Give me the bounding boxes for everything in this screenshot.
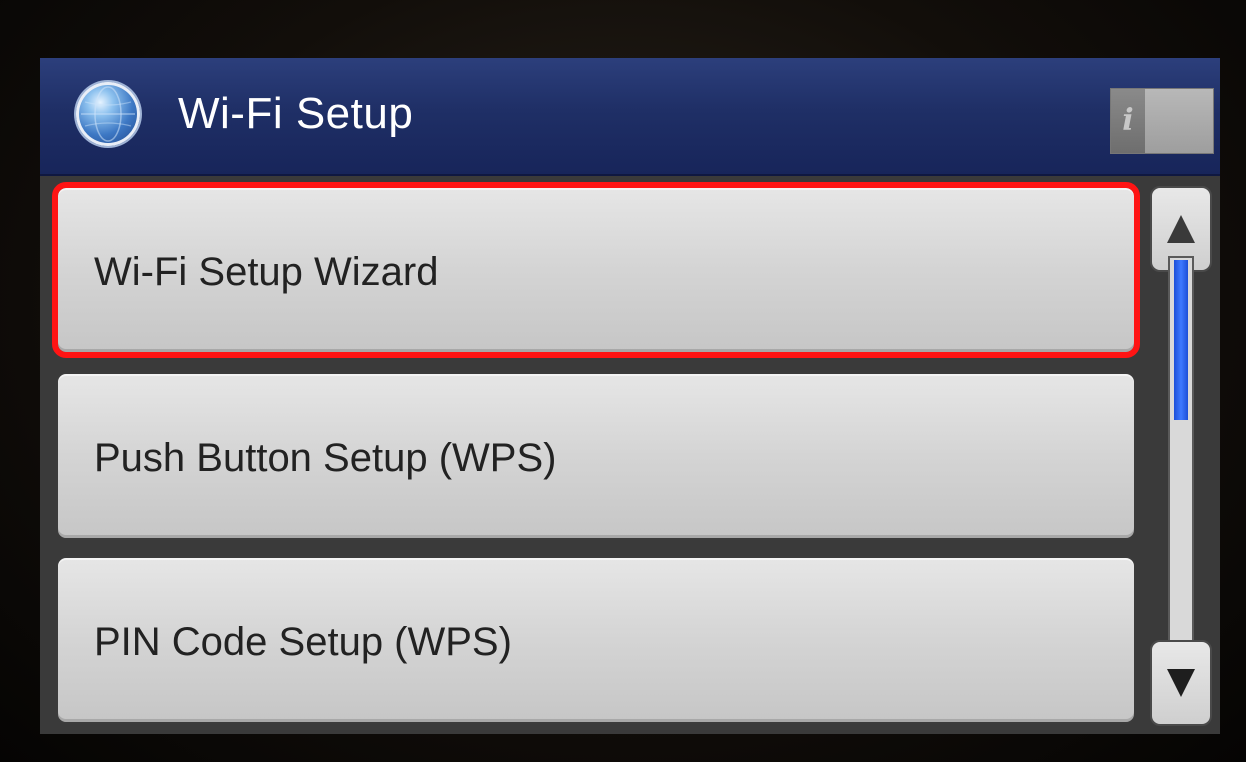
triangle-up-icon: [1167, 215, 1195, 243]
menu-item-label: Wi-Fi Setup Wizard: [94, 250, 439, 294]
lcd-screen: Wi-Fi Setup i Wi-Fi Setup Wizard Push Bu…: [40, 58, 1220, 734]
scroll-down-button[interactable]: [1150, 640, 1212, 726]
menu-list: Wi-Fi Setup Wizard Push Button Setup (WP…: [40, 176, 1220, 734]
scrollbar: [1150, 186, 1212, 726]
triangle-down-icon: [1167, 669, 1195, 697]
scroll-thumb[interactable]: [1174, 260, 1188, 420]
menu-item-pin-code-setup[interactable]: PIN Code Setup (WPS): [56, 556, 1136, 724]
page-title: Wi-Fi Setup: [178, 89, 414, 138]
menu-item-label: Push Button Setup (WPS): [94, 436, 557, 480]
info-icon: i: [1111, 89, 1145, 153]
globe-icon: [76, 82, 140, 146]
device-bezel: Wi-Fi Setup i Wi-Fi Setup Wizard Push Bu…: [0, 0, 1246, 762]
info-button[interactable]: i: [1110, 88, 1214, 154]
menu-item-wifi-setup-wizard[interactable]: Wi-Fi Setup Wizard: [52, 182, 1140, 358]
menu-item-push-button-setup[interactable]: Push Button Setup (WPS): [56, 372, 1136, 540]
title-bar: Wi-Fi Setup i: [40, 58, 1220, 176]
menu-item-label: PIN Code Setup (WPS): [94, 620, 512, 664]
scroll-track[interactable]: [1168, 256, 1194, 648]
